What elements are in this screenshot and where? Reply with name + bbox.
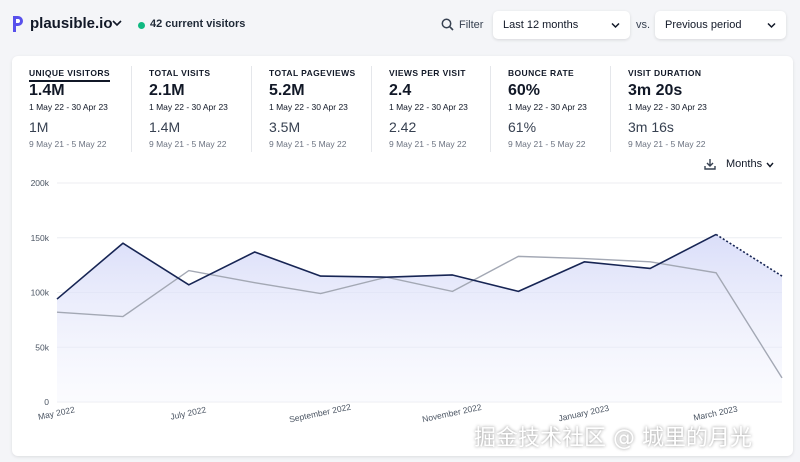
- period-select[interactable]: Last 12 months: [493, 11, 630, 39]
- compare-select[interactable]: Previous period: [655, 11, 786, 39]
- x-tick-label: September 2022: [288, 402, 352, 425]
- chevron-down-icon[interactable]: [112, 19, 122, 27]
- filter-button[interactable]: Filter: [459, 19, 483, 31]
- current-visitors-link[interactable]: 42 current visitors: [150, 18, 245, 30]
- y-tick-label: 0: [44, 397, 49, 407]
- y-tick-label: 50k: [35, 342, 49, 352]
- compare-select-value: Previous period: [665, 19, 742, 31]
- y-tick-label: 100k: [31, 288, 50, 298]
- visitors-line-chart[interactable]: 0 50k 100k 150k 200k May 2022 July 2022 Septemb…: [12, 56, 793, 456]
- main-graph-card: UNIQUE VISITORS 1.4M 1 May 22 - 30 Apr 2…: [12, 56, 793, 456]
- x-tick-label: May 2022: [37, 404, 76, 422]
- watermark-text: 掘金技术社区 @ 城里的月光: [474, 426, 752, 451]
- vs-label: vs.: [636, 19, 651, 31]
- site-switcher[interactable]: plausible.io: [30, 15, 113, 32]
- search-icon[interactable]: [441, 18, 454, 31]
- period-select-value: Last 12 months: [503, 19, 579, 31]
- live-indicator-icon: [138, 22, 145, 29]
- plausible-logo-icon[interactable]: [12, 16, 23, 32]
- top-bar: plausible.io 42 current visitors Filter …: [0, 0, 800, 52]
- chevron-down-icon: [767, 22, 776, 29]
- y-tick-label: 150k: [31, 233, 50, 243]
- x-tick-label: July 2022: [169, 404, 207, 421]
- y-tick-label: 200k: [31, 178, 50, 188]
- current-period-area: [57, 234, 782, 402]
- chevron-down-icon: [611, 22, 620, 29]
